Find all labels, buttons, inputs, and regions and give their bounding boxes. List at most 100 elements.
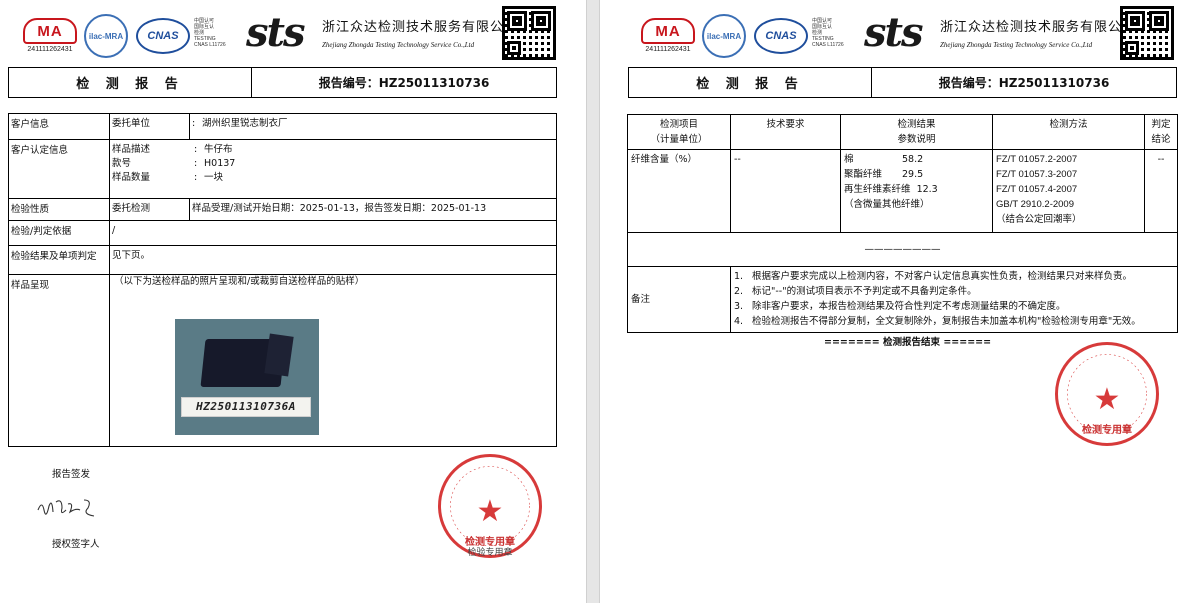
ma-logo: MA 241111262431 (20, 18, 80, 56)
sample-tag: HZ25011310736A (181, 397, 311, 417)
col-header-item: 检测项目 （计量单位） (627, 114, 731, 150)
client-name: 湖州织里锐志制衣厂 (202, 118, 288, 129)
star-icon: ★ (1093, 382, 1121, 417)
fiber-value: 29.5 (902, 169, 924, 180)
fiber-name: 再生纤维素纤维 (844, 184, 911, 195)
photo-cell: （以下为送检样品的照片呈现和/或裁剪自送检样品的贴样） HZ2501131073… (109, 274, 557, 447)
notes-list: 1. 根据客户要求完成以上检测内容，不对客户认定信息真实性负责，检测结果只对来样负… (734, 269, 1174, 329)
note-number: 4. (734, 316, 744, 327)
note-number: 3. (734, 301, 744, 312)
table-header-row: 检测项目 （计量单位） 技术要求 检测结果 参数说明 检测方法 判定 结论 (627, 114, 1178, 150)
list-item: 2. 标记"--"的测试项目表示不予判定或不具备判定条件。 (734, 284, 1174, 299)
qty-value: 一块 (204, 172, 224, 183)
judgement-cell: -- (1144, 149, 1178, 233)
photo-caption: （以下为送检样品的照片呈现和/或裁剪自送检样品的贴样） (114, 276, 365, 287)
cnas-logo-text: CNAS (147, 30, 179, 42)
note-text: 除非客户要求，本报告检测结果及符合性判定不考虑测量结果的不确定度。 (752, 301, 1066, 312)
cnas-accreditation-text: 中国认可 国际互认 检测 TESTING CNAS L11726 (194, 18, 246, 48)
fiber-name: 棉 (844, 154, 854, 165)
note-number: 2. (734, 286, 744, 297)
note-text: 检验检测报告不得部分复制，全文复制除外，复制报告未加盖本机构"检验检测专用章"无… (752, 316, 1141, 327)
company-name-cn: 浙江众达检测技术服务有限公司 (940, 20, 1137, 35)
cnas-accreditation-text: 中国认可 国际互认 检测 TESTING CNAS L11726 (812, 18, 864, 48)
cnas-line: CNAS L11726 (194, 42, 226, 48)
method-cell: FZ/T 01057.2-2007 FZ/T 01057.3-2007 FZ/T… (992, 149, 1145, 233)
star-icon: ★ (476, 494, 504, 529)
photo-label: 样品呈现 (8, 274, 110, 447)
ma-number: 241111262431 (27, 46, 73, 53)
sts-logo-text: sts (864, 9, 923, 56)
result-label: 检验结果及单项判定 (8, 245, 110, 275)
blank-row: ———————— (627, 232, 1178, 267)
table-row: 检验/判定依据 / (8, 220, 557, 246)
method-line: GB/T 2910.2-2009 (996, 199, 1074, 210)
requirement-cell: -- (730, 149, 841, 233)
ilac-logo-text: ilac-MRA (706, 31, 742, 41)
confirm-values: 样品描述 : 牛仔布 款号 : H0137 样品数量 : 一块 (109, 139, 557, 199)
client-value: : 湖州织里锐志制衣厂 (189, 113, 557, 140)
company-name: 浙江众达检测技术服务有限公司 Zhejiang Zhongda Testing … (940, 16, 1137, 49)
dates-value: 样品受理/测试开始日期：2025-01-13，报告签发日期：2025-01-13 (189, 198, 557, 221)
ilac-logo-text: ilac-MRA (88, 31, 124, 41)
item-cell: 纤维含量（%） (627, 149, 731, 233)
col-header-judgement: 判定 结论 (1144, 114, 1178, 150)
table-row: 备注 1. 根据客户要求完成以上检测内容，不对客户认定信息真实性负责，检测结果只对… (627, 266, 1178, 333)
report-number: 报告编号：HZ25011310736 (938, 76, 1110, 90)
notes-label: 备注 (627, 266, 731, 333)
company-name: 浙江众达检测技术服务有限公司 Zhejiang Zhongda Testing … (322, 16, 517, 49)
sign-label: 报告签发 (52, 469, 91, 480)
fabric-swatch-fold (264, 333, 294, 377)
result-value: 见下页。 (109, 245, 557, 275)
fiber-note: （含微量其他纤维） (844, 199, 930, 210)
report-page-2: MA 241111262431 ilac-MRA CNAS 中国认可 国际互认 … (600, 0, 1182, 603)
header-result-sub: 参数说明 (897, 134, 936, 145)
table-row: ———————— (627, 232, 1178, 267)
sample-desc-key: 样品描述 (112, 144, 151, 155)
cnas-logo: CNAS (754, 18, 808, 54)
ilac-mra-logo: ilac-MRA (702, 14, 746, 58)
fiber-name: 聚酯纤维 (844, 169, 883, 180)
sts-logo-text: sts (246, 9, 305, 56)
col-header-result: 检测结果 参数说明 (840, 114, 993, 150)
report-end-line: ======= 检测报告结束 ====== (824, 337, 992, 348)
report-title: 检 测 报 告 (9, 68, 252, 97)
nature-label: 检验性质 (8, 198, 110, 221)
header-judgement-sub: 结论 (1151, 134, 1171, 145)
sample-photo: HZ25011310736A (175, 319, 319, 435)
ma-logo-text: MA (655, 22, 681, 40)
sts-logo: sts (864, 10, 934, 58)
company-name-en: Zhejiang Zhongda Testing Technology Serv… (322, 41, 475, 49)
table-row: 客户认定信息 样品描述 : 牛仔布 款号 : H0137 样品数量 : 一块 (8, 139, 557, 199)
inspection-seal-icon: ★ 检测专用章 检验专用章 (438, 454, 542, 558)
ilac-mra-logo: ilac-MRA (84, 14, 128, 58)
fiber-value: 58.2 (902, 154, 924, 165)
header-item-sub: （计量单位） (650, 134, 708, 145)
handwritten-signature-icon (37, 499, 95, 517)
confirm-label: 客户认定信息 (8, 139, 110, 199)
note-text: 标记"--"的测试项目表示不予判定或不具备判定条件。 (752, 286, 977, 297)
col-header-method: 检测方法 (992, 114, 1145, 150)
client-info-table: 客户信息 委托单位 : 湖州织里锐志制衣厂 客户认定信息 样品描述 : 牛仔布 款号… (8, 113, 557, 447)
report-header: MA 241111262431 ilac-MRA CNAS 中国认可 国际互认 … (638, 6, 1178, 62)
fiber-value: 12.3 (916, 184, 938, 195)
test-results-table: 检测项目 （计量单位） 技术要求 检测结果 参数说明 检测方法 判定 结论 纤维… (627, 114, 1178, 333)
method-line: FZ/T 01057.3-2007 (996, 169, 1078, 180)
list-item: 4. 检验检测报告不得部分复制，全文复制除外，复制报告未加盖本机构"检验检测专用章… (734, 314, 1174, 329)
page-separator (586, 0, 600, 603)
sts-logo: sts (246, 10, 316, 58)
result-cell: 棉 58.2 聚酯纤维 29.5 再生纤维素纤维 12.3 （含微量其他纤维） (840, 149, 993, 233)
table-row: 检验结果及单项判定 见下页。 (8, 245, 557, 275)
title-bar: 检 测 报 告 报告编号：HZ25011310736 (8, 67, 557, 98)
style-key: 款号 (112, 158, 132, 169)
method-line: （结合公定回潮率） (996, 214, 1082, 225)
header-judgement-text: 判定 (1151, 119, 1171, 130)
nature-value: 委托检测 (109, 198, 190, 221)
report-number: 报告编号：HZ25011310736 (318, 76, 490, 90)
notes-cell: 1. 根据客户要求完成以上检测内容，不对客户认定信息真实性负责，检测结果只对来样负… (730, 266, 1178, 333)
basis-label: 检验/判定依据 (8, 220, 110, 246)
basis-value: / (109, 220, 557, 246)
sample-desc-value: 牛仔布 (204, 144, 233, 155)
table-row: 纤维含量（%） -- 棉 58.2 聚酯纤维 29.5 再生纤维素纤维 12.3… (627, 149, 1178, 233)
report-header: MA 241111262431 ilac-MRA CNAS 中国认可 国际互认 … (20, 6, 560, 62)
style-value: H0137 (204, 158, 236, 169)
